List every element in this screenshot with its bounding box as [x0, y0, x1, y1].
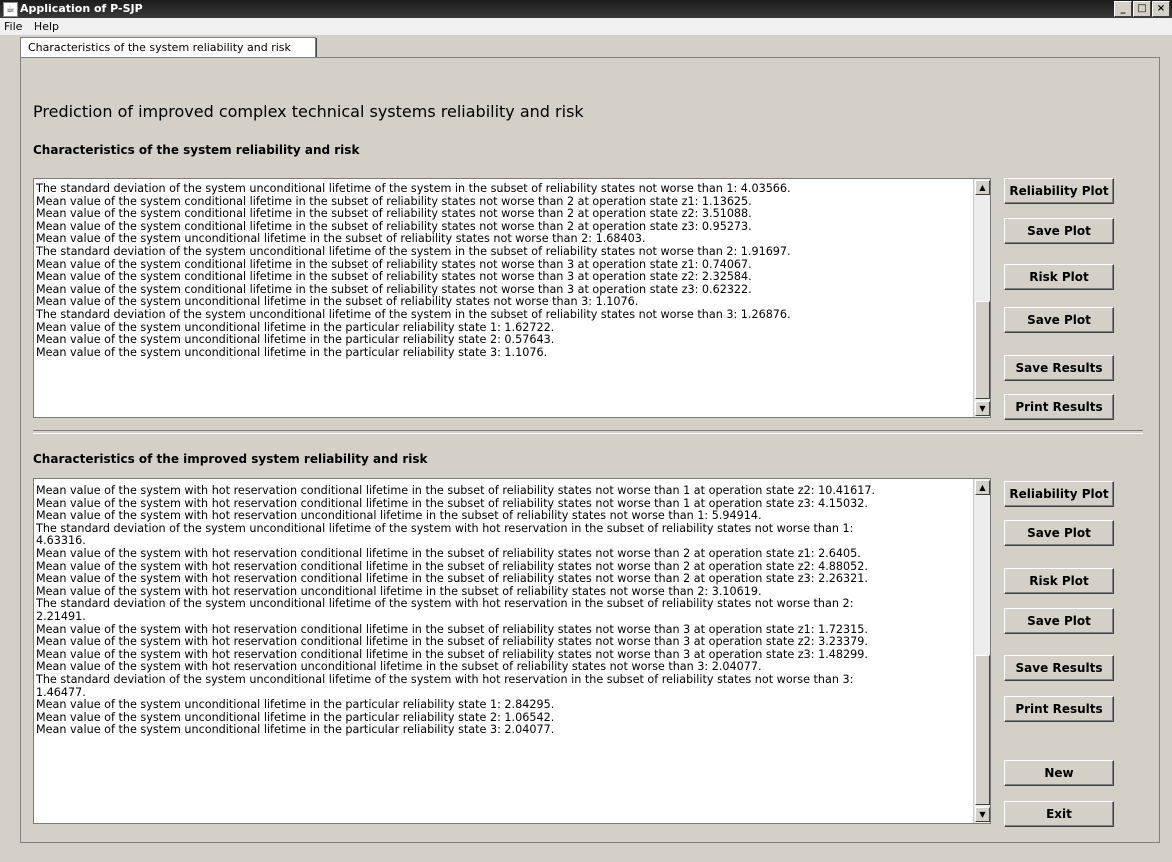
save-results-button[interactable]: Save Results — [1004, 355, 1114, 381]
improved-risk-plot-button[interactable]: Risk Plot — [1004, 568, 1114, 594]
improved-save-risk-plot-button[interactable]: Save Plot — [1004, 608, 1114, 634]
window-controls: _ □ × — [1114, 1, 1170, 17]
result-line: Mean value of the system unconditional l… — [36, 333, 555, 347]
risk-plot-button[interactable]: Risk Plot — [1004, 264, 1114, 290]
tab-characteristics[interactable]: Characteristics of the system reliabilit… — [20, 37, 317, 58]
close-icon[interactable]: × — [1152, 1, 1170, 17]
result-line: Mean value of the system with hot reserv… — [36, 509, 762, 523]
result-line: Mean value of the system unconditional l… — [36, 723, 555, 737]
scroll-down-icon[interactable]: ▼ — [975, 401, 990, 416]
result-line: The standard deviation of the system unc… — [36, 244, 791, 258]
result-line: The standard deviation of the system unc… — [36, 182, 791, 195]
result-line: Mean value of the system conditional lif… — [36, 270, 752, 284]
scroll-up-icon[interactable]: ▲ — [975, 180, 990, 195]
title-bar[interactable]: ☕ Application of P-SJP _ □ × — [0, 0, 1172, 18]
page-title: Prediction of improved complex technical… — [33, 102, 584, 121]
save-plot-button[interactable]: Save Plot — [1004, 218, 1114, 244]
result-line: Mean value of the system with hot reserv… — [36, 546, 861, 560]
maximize-icon[interactable]: □ — [1133, 1, 1151, 17]
result-line: Mean value of the system unconditional l… — [36, 698, 555, 712]
improved-reliability-plot-button[interactable]: Reliability Plot — [1004, 481, 1114, 507]
new-button[interactable]: New — [1004, 760, 1114, 786]
minimize-icon[interactable]: _ — [1114, 1, 1132, 17]
scroll-thumb[interactable] — [975, 301, 990, 399]
section1-title: Characteristics of the system reliabilit… — [33, 143, 360, 157]
result-line: 2.21491. — [36, 609, 86, 623]
result-line: Mean value of the system with hot reserv… — [36, 635, 868, 649]
window-title: Application of P-SJP — [20, 2, 143, 15]
section2-title: Characteristics of the improved system r… — [33, 452, 428, 466]
result-line: The standard deviation of the system unc… — [36, 672, 854, 686]
improved-print-results-button[interactable]: Print Results — [1004, 696, 1114, 722]
menu-help[interactable]: Help — [30, 18, 63, 35]
result-line: The standard deviation of the system unc… — [36, 521, 854, 535]
coffee-cup-icon: ☕ — [3, 2, 18, 17]
result-line: Mean value of the system with hot reserv… — [36, 484, 876, 497]
print-results-button[interactable]: Print Results — [1004, 394, 1114, 420]
improved-save-results-button[interactable]: Save Results — [1004, 655, 1114, 681]
scroll-down-icon[interactable]: ▼ — [975, 807, 990, 822]
scroll-up-icon[interactable]: ▲ — [975, 480, 990, 495]
scroll-thumb[interactable] — [975, 655, 990, 805]
system-results-scrollbar[interactable]: ▲ ▼ — [973, 179, 990, 417]
result-line: The standard deviation of the system unc… — [36, 597, 854, 611]
system-results-text[interactable]: The standard deviation of the system unc… — [33, 178, 991, 418]
menu-file[interactable]: File — [0, 18, 26, 35]
section-divider — [33, 430, 1143, 434]
improved-results-scrollbar[interactable]: ▲ ▼ — [973, 479, 990, 823]
result-line: Mean value of the system unconditional l… — [36, 345, 548, 359]
result-line: The standard deviation of the system unc… — [36, 307, 791, 321]
result-line: Mean value of the system conditional lif… — [36, 207, 752, 221]
reliability-plot-button[interactable]: Reliability Plot — [1004, 178, 1114, 204]
exit-button[interactable]: Exit — [1004, 801, 1114, 827]
save-risk-plot-button[interactable]: Save Plot — [1004, 307, 1114, 333]
improved-system-results-text[interactable]: Mean value of the system with hot reserv… — [33, 478, 991, 824]
result-line: Mean value of the system with hot reserv… — [36, 572, 868, 586]
menu-bar: File Help — [0, 18, 1172, 35]
improved-save-plot-button[interactable]: Save Plot — [1004, 520, 1114, 546]
